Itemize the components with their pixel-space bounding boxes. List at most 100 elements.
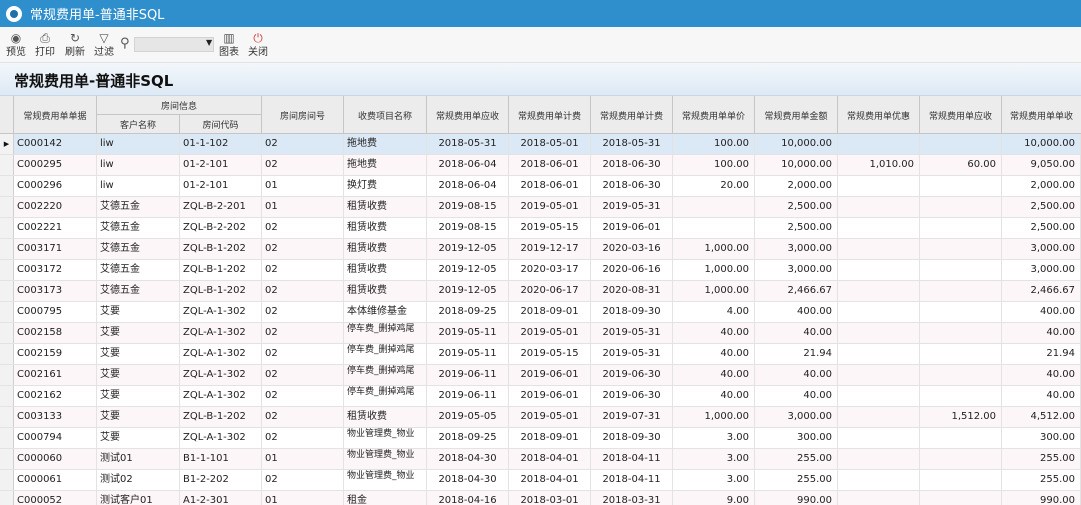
cell-charge-item[interactable]: 租赁收费 <box>344 197 427 217</box>
cell-received[interactable]: 255.00 <box>1002 470 1081 490</box>
cell-billing-start[interactable]: 2018-04-01 <box>509 449 591 469</box>
cell-room-no[interactable]: 02 <box>262 218 344 238</box>
header-room-code[interactable]: 房间代码 <box>180 115 262 134</box>
cell-customer[interactable]: 艾要 <box>97 407 180 427</box>
cell-room-code[interactable]: A1-2-301 <box>180 491 262 505</box>
cell-receivable[interactable] <box>920 281 1002 301</box>
cell-billing-start[interactable]: 2018-09-01 <box>509 302 591 322</box>
cell-received[interactable]: 40.00 <box>1002 323 1081 343</box>
cell-amount[interactable]: 3,000.00 <box>755 407 838 427</box>
cell-discount[interactable] <box>838 134 920 154</box>
cell-customer[interactable]: liw <box>97 176 180 196</box>
cell-doc-no[interactable]: C003172 <box>14 260 97 280</box>
cell-billing-end[interactable]: 2018-06-30 <box>591 176 673 196</box>
cell-discount[interactable] <box>838 260 920 280</box>
cell-billing-start[interactable]: 2019-06-01 <box>509 386 591 406</box>
cell-customer[interactable]: 测试02 <box>97 470 180 490</box>
cell-amount[interactable]: 2,000.00 <box>755 176 838 196</box>
cell-doc-no[interactable]: C000296 <box>14 176 97 196</box>
cell-receivable-date[interactable]: 2018-04-16 <box>427 491 509 505</box>
cell-doc-no[interactable]: C003171 <box>14 239 97 259</box>
cell-room-no[interactable]: 02 <box>262 344 344 364</box>
cell-room-no[interactable]: 02 <box>262 155 344 175</box>
cell-doc-no[interactable]: C002220 <box>14 197 97 217</box>
cell-amount[interactable]: 3,000.00 <box>755 260 838 280</box>
cell-doc-no[interactable]: C000295 <box>14 155 97 175</box>
cell-amount[interactable]: 2,500.00 <box>755 197 838 217</box>
cell-discount[interactable] <box>838 344 920 364</box>
cell-amount[interactable]: 255.00 <box>755 449 838 469</box>
table-row[interactable]: C000795 艾要 ZQL-A-1-302 02 本体维修基金 2018-09-25 20… <box>0 302 1081 323</box>
row-indicator[interactable] <box>0 428 14 448</box>
cell-billing-end[interactable]: 2019-05-31 <box>591 344 673 364</box>
cell-room-code[interactable]: ZQL-B-1-202 <box>180 260 262 280</box>
cell-room-no[interactable]: 01 <box>262 197 344 217</box>
preview-button[interactable]: ◉ 预览 <box>2 30 30 60</box>
cell-room-code[interactable]: 01-2-101 <box>180 176 262 196</box>
table-row[interactable]: C000052 测试客户01 A1-2-301 01 租金 2018-04-16 2018-… <box>0 491 1081 505</box>
cell-received[interactable]: 21.94 <box>1002 344 1081 364</box>
cell-billing-end[interactable]: 2020-06-16 <box>591 260 673 280</box>
cell-charge-item[interactable]: 物业管理费_物业 <box>344 449 427 469</box>
cell-charge-item[interactable]: 本体维修基金 <box>344 302 427 322</box>
cell-discount[interactable] <box>838 449 920 469</box>
header-billing-start[interactable]: 常规费用单计费 <box>509 96 591 134</box>
cell-room-code[interactable]: ZQL-A-1-302 <box>180 302 262 322</box>
cell-charge-item[interactable]: 租金 <box>344 491 427 505</box>
cell-amount[interactable]: 2,500.00 <box>755 218 838 238</box>
cell-unit-price[interactable]: 100.00 <box>673 134 755 154</box>
cell-doc-no[interactable]: C003173 <box>14 281 97 301</box>
refresh-button[interactable]: ↻ 刷新 <box>61 30 89 60</box>
cell-received[interactable]: 2,466.67 <box>1002 281 1081 301</box>
cell-billing-end[interactable]: 2018-09-30 <box>591 428 673 448</box>
cell-billing-end[interactable]: 2019-05-31 <box>591 197 673 217</box>
cell-unit-price[interactable]: 9.00 <box>673 491 755 505</box>
cell-billing-end[interactable]: 2019-05-31 <box>591 323 673 343</box>
cell-room-code[interactable]: B1-2-202 <box>180 470 262 490</box>
cell-customer[interactable]: 艾要 <box>97 302 180 322</box>
cell-unit-price[interactable]: 40.00 <box>673 323 755 343</box>
row-indicator[interactable] <box>0 470 14 490</box>
cell-receivable[interactable]: 1,512.00 <box>920 407 1002 427</box>
cell-charge-item[interactable]: 租赁收费 <box>344 281 427 301</box>
table-row[interactable]: C000060 测试01 B1-1-101 01 物业管理费_物业 2018-04-30 2… <box>0 449 1081 470</box>
row-indicator[interactable] <box>0 407 14 427</box>
cell-unit-price[interactable]: 3.00 <box>673 428 755 448</box>
cell-received[interactable]: 4,512.00 <box>1002 407 1081 427</box>
cell-customer[interactable]: liw <box>97 155 180 175</box>
filter-button[interactable]: ▽ 过滤 <box>90 30 118 60</box>
cell-unit-price[interactable]: 20.00 <box>673 176 755 196</box>
cell-customer[interactable]: 艾德五金 <box>97 239 180 259</box>
cell-received[interactable]: 255.00 <box>1002 449 1081 469</box>
row-indicator[interactable] <box>0 155 14 175</box>
table-row[interactable]: ▶ C000142 liw 01-1-102 02 拖地费 2018-05-31 2018-0… <box>0 134 1081 155</box>
cell-room-no[interactable]: 02 <box>262 470 344 490</box>
cell-room-no[interactable]: 02 <box>262 260 344 280</box>
row-indicator[interactable] <box>0 449 14 469</box>
cell-amount[interactable]: 10,000.00 <box>755 155 838 175</box>
cell-room-code[interactable]: ZQL-B-2-202 <box>180 218 262 238</box>
cell-amount[interactable]: 255.00 <box>755 470 838 490</box>
cell-receivable-date[interactable]: 2019-06-11 <box>427 365 509 385</box>
cell-amount[interactable]: 400.00 <box>755 302 838 322</box>
cell-receivable-date[interactable]: 2019-08-15 <box>427 197 509 217</box>
cell-amount[interactable]: 40.00 <box>755 365 838 385</box>
cell-receivable[interactable] <box>920 302 1002 322</box>
cell-billing-start[interactable]: 2019-05-15 <box>509 218 591 238</box>
data-grid[interactable]: 常规费用单单据 房间信息 客户名称 房间代码 房间房间号 收费项目名称 常规费用… <box>0 96 1081 505</box>
cell-room-no[interactable]: 02 <box>262 281 344 301</box>
cell-receivable[interactable] <box>920 428 1002 448</box>
cell-receivable-date[interactable]: 2019-12-05 <box>427 239 509 259</box>
header-room-no[interactable]: 房间房间号 <box>262 96 344 134</box>
row-indicator[interactable] <box>0 197 14 217</box>
cell-billing-start[interactable]: 2019-05-01 <box>509 407 591 427</box>
cell-room-code[interactable]: 01-1-102 <box>180 134 262 154</box>
cell-charge-item[interactable]: 拖地费 <box>344 134 427 154</box>
header-received[interactable]: 常规费用单单收 <box>1002 96 1081 134</box>
cell-receivable-date[interactable]: 2019-06-11 <box>427 386 509 406</box>
table-row[interactable]: C003133 艾要 ZQL-B-1-202 02 租赁收费 2019-05-05 2019… <box>0 407 1081 428</box>
table-row[interactable]: C002220 艾德五金 ZQL-B-2-201 01 租赁收费 2019-08-15 20… <box>0 197 1081 218</box>
cell-unit-price[interactable]: 40.00 <box>673 386 755 406</box>
cell-billing-end[interactable]: 2020-03-16 <box>591 239 673 259</box>
cell-room-code[interactable]: ZQL-A-1-302 <box>180 428 262 448</box>
